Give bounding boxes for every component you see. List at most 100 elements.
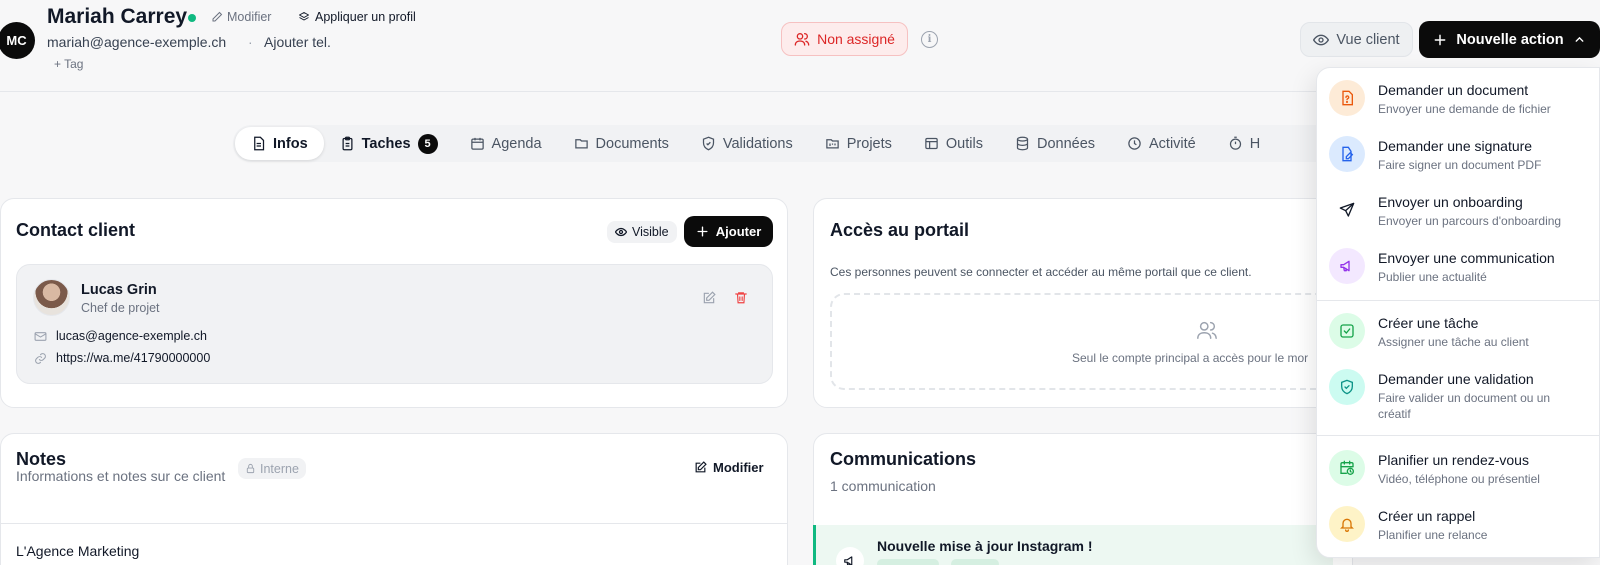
edit-client-label: Modifier (227, 10, 272, 24)
communication-tag (951, 559, 999, 565)
bell-icon (1329, 506, 1365, 542)
eye-icon (615, 227, 627, 237)
assignment-label: Non assigné (817, 31, 895, 47)
menu-item-title: Demander une validation (1378, 371, 1534, 387)
calendar-icon (470, 137, 484, 150)
trash-icon (735, 292, 747, 304)
tab-projets[interactable]: Projets (809, 127, 908, 160)
communication-title: Nouvelle mise à jour Instagram ! (877, 538, 1093, 554)
add-phone-link[interactable]: Ajouter tel. (248, 34, 331, 50)
window-icon (925, 137, 938, 150)
apply-profile-label: Appliquer un profil (315, 10, 416, 24)
menu-divider (1316, 435, 1600, 436)
menu-item-title: Envoyer une communication (1378, 250, 1555, 266)
document-icon (254, 136, 265, 151)
menu-item-desc: Vidéo, téléphone ou présentiel (1378, 472, 1540, 486)
menu-item-request-document[interactable]: Demander un document Envoyer une demande… (1329, 80, 1589, 128)
edit-client-button[interactable]: Modifier (211, 10, 271, 24)
tab-donnees[interactable]: Données (999, 127, 1111, 160)
visibility-toggle[interactable]: Visible (607, 221, 677, 243)
tab-taches[interactable]: Taches 5 (324, 127, 454, 160)
tab-agenda[interactable]: Agenda (454, 127, 558, 160)
tab-outils[interactable]: Outils (908, 127, 999, 160)
notes-content[interactable]: L'Agence Marketing (16, 543, 139, 559)
portal-empty-text: Seul le compte principal a accès pour le… (1072, 351, 1309, 365)
menu-item-schedule-meeting[interactable]: Planifier un rendez-vous Vidéo, téléphon… (1329, 450, 1589, 498)
portal-card-title: Accès au portail (830, 220, 970, 240)
tab-documents[interactable]: Documents (558, 127, 685, 160)
apply-profile-button[interactable]: Appliquer un profil (298, 10, 416, 24)
contact-email[interactable]: lucas@agence-exemple.ch (56, 329, 207, 343)
shield-check-icon (702, 136, 715, 151)
menu-item-desc: Planifier une relance (1378, 528, 1488, 542)
menu-item-send-onboarding[interactable]: Envoyer un onboarding Envoyer un parcour… (1329, 192, 1589, 240)
contact-link[interactable]: https://wa.me/41790000000 (56, 351, 210, 365)
menu-item-create-reminder[interactable]: Créer un rappel Planifier une relance (1329, 506, 1589, 554)
communications-card-title: Communications (830, 449, 977, 469)
add-tag-button[interactable]: + Tag (54, 57, 83, 71)
add-contact-button[interactable]: Ajouter (684, 216, 773, 247)
edit-notes-label: Modifier (713, 460, 764, 475)
edit-contact-button[interactable] (702, 291, 716, 305)
tab-label: H (1249, 135, 1261, 152)
calendar-clock-icon (1329, 450, 1365, 486)
menu-item-request-validation[interactable]: Demander une validation Faire valider un… (1329, 369, 1589, 421)
menu-item-desc: Faire signer un document PDF (1378, 158, 1542, 172)
contact-link-row: https://wa.me/41790000000 (34, 351, 210, 365)
tab-validations[interactable]: Validations (685, 127, 809, 160)
chevron-up-icon (1575, 36, 1584, 42)
menu-item-desc: Envoyer un parcours d'onboarding (1378, 214, 1562, 228)
send-icon (1329, 192, 1365, 228)
kanban-icon (826, 139, 839, 149)
notes-card-title: Notes (16, 449, 67, 469)
delete-contact-button[interactable] (734, 290, 748, 305)
tab-infos[interactable]: Infos (235, 127, 324, 160)
tab-label: Taches (361, 135, 411, 152)
layers-icon (299, 12, 309, 21)
notes-subtitle: Informations et notes sur ce client (16, 468, 226, 484)
folder-icon (574, 139, 588, 149)
menu-item-send-communication[interactable]: Envoyer une communication Publier une ac… (1329, 248, 1589, 296)
plus-icon (1435, 34, 1446, 45)
assignment-button[interactable]: Non assigné (781, 22, 908, 56)
mail-icon (34, 331, 47, 341)
tab-label: Documents (595, 135, 669, 152)
internal-label: Interne (260, 461, 299, 476)
info-icon[interactable]: i (921, 31, 938, 48)
edit-notes-button[interactable]: Modifier (694, 460, 764, 475)
tab-h[interactable]: H (1212, 127, 1276, 160)
link-icon (35, 352, 46, 364)
online-status-dot (188, 14, 196, 22)
edit-icon (703, 291, 716, 304)
portal-description: Ces personnes peuvent se connecter et ac… (830, 265, 1252, 279)
edit-icon (695, 461, 707, 473)
contact-email-row: lucas@agence-exemple.ch (34, 329, 207, 343)
tab-activite[interactable]: Activité (1111, 127, 1212, 160)
contact-avatar (33, 279, 70, 316)
menu-item-desc: Publier une actualité (1378, 270, 1487, 284)
visibility-label: Visible (632, 225, 669, 239)
new-action-button[interactable]: Nouvelle action (1419, 21, 1600, 58)
menu-item-desc: Faire valider un document ou un créatif (1378, 391, 1551, 421)
client-tabs: Infos Taches 5 Agenda Documents Validati… (233, 125, 1363, 162)
new-action-label: Nouvelle action (1456, 31, 1564, 48)
client-email[interactable]: mariah@agence-exemple.ch (47, 34, 226, 50)
tab-label: Outils (945, 135, 983, 152)
check-square-icon (1329, 313, 1365, 349)
communication-tag (877, 559, 939, 565)
contact-name: Lucas Grin (81, 282, 157, 298)
contact-card-title: Contact client (16, 220, 136, 240)
contact-role: Chef de projet (81, 301, 160, 315)
tab-label: Activité (1149, 135, 1196, 152)
tab-label: Infos (273, 135, 308, 152)
menu-item-title: Créer un rappel (1378, 508, 1476, 524)
clock-icon (1128, 137, 1141, 150)
client-name: Mariah Carrey (47, 5, 188, 28)
portal-empty-state (830, 293, 1350, 390)
internal-badge: Interne (238, 458, 306, 479)
menu-item-request-signature[interactable]: Demander une signature Faire signer un d… (1329, 136, 1589, 184)
menu-item-create-task[interactable]: Créer une tâche Assigner une tâche au cl… (1329, 313, 1589, 361)
client-view-button[interactable]: Vue client (1300, 22, 1413, 57)
tab-label: Agenda (491, 135, 542, 152)
lock-icon (246, 463, 255, 474)
